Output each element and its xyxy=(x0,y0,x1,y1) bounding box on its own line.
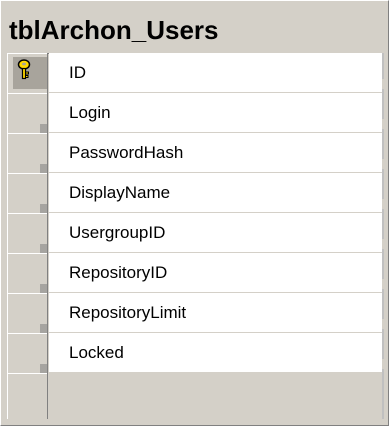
column-row[interactable]: RepositoryID xyxy=(7,253,384,293)
column-name: RepositoryID xyxy=(69,263,168,282)
row-selector-highlight xyxy=(13,57,47,89)
column-name-cell[interactable]: ID xyxy=(49,53,382,93)
table-title: tblArchon_Users xyxy=(9,15,219,45)
column-row[interactable]: DisplayName xyxy=(7,173,384,213)
column-grid: ID Login PasswordHash DisplayName Usergr xyxy=(7,53,384,419)
column-row[interactable]: ID xyxy=(7,53,384,93)
column-name-cell[interactable]: RepositoryLimit xyxy=(49,293,382,333)
scroll-tick xyxy=(382,319,384,329)
row-selector-nub xyxy=(40,284,48,293)
row-selector[interactable] xyxy=(7,253,48,293)
row-selector[interactable] xyxy=(7,173,48,213)
scroll-tick xyxy=(382,359,384,369)
column-name: PasswordHash xyxy=(69,143,184,162)
column-name: Login xyxy=(69,103,111,122)
column-name: Locked xyxy=(69,343,124,362)
scroll-tick xyxy=(382,279,384,289)
row-selector[interactable] xyxy=(7,213,48,253)
row-selector-nub xyxy=(40,364,48,373)
key-icon xyxy=(17,59,31,80)
column-name-cell[interactable]: Login xyxy=(49,93,382,133)
column-name-cell[interactable]: DisplayName xyxy=(49,173,382,213)
row-selector-nub xyxy=(40,244,48,253)
row-selector-nub xyxy=(40,164,48,173)
new-row-selector[interactable] xyxy=(7,373,48,419)
row-selector[interactable] xyxy=(7,133,48,173)
vertical-scroll-edge[interactable] xyxy=(382,53,384,419)
row-selector[interactable] xyxy=(7,93,48,133)
column-name-cell[interactable]: PasswordHash xyxy=(49,133,382,173)
column-row[interactable]: PasswordHash xyxy=(7,133,384,173)
column-row[interactable]: Login xyxy=(7,93,384,133)
scroll-tick xyxy=(382,79,384,89)
row-selector-nub xyxy=(40,124,48,133)
row-selector[interactable] xyxy=(7,293,48,333)
column-name: RepositoryLimit xyxy=(69,303,187,322)
column-name-cell[interactable]: UsergroupID xyxy=(49,213,382,253)
column-name-cell[interactable]: RepositoryID xyxy=(49,253,382,293)
column-name-cell[interactable]: Locked xyxy=(49,333,382,373)
row-selector[interactable] xyxy=(7,53,48,93)
column-row[interactable]: RepositoryLimit xyxy=(7,293,384,333)
column-row[interactable]: Locked xyxy=(7,333,384,373)
scroll-tick xyxy=(382,159,384,169)
column-name: DisplayName xyxy=(69,183,171,202)
grid-empty-area xyxy=(49,373,382,419)
scroll-tick xyxy=(382,239,384,249)
table-designer-window: tblArchon_Users ID Login PasswordHash Di… xyxy=(0,0,389,426)
column-name: UsergroupID xyxy=(69,223,166,242)
column-row[interactable]: UsergroupID xyxy=(7,213,384,253)
row-selector-nub xyxy=(40,204,48,213)
column-name: ID xyxy=(69,63,86,82)
row-selector-nub xyxy=(40,324,48,333)
row-selector[interactable] xyxy=(7,333,48,373)
scroll-tick xyxy=(382,119,384,129)
scroll-tick xyxy=(382,199,384,209)
table-title-bar[interactable]: tblArchon_Users xyxy=(1,1,388,51)
